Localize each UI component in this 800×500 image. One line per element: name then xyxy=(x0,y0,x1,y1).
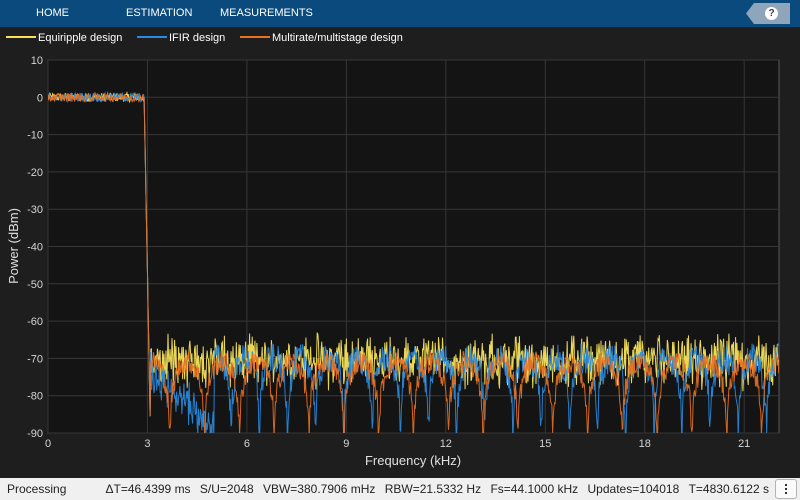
legend-label-ifir: IFIR design xyxy=(169,32,226,44)
x-tick-label: 0 xyxy=(45,438,51,450)
status-rbw: RBW=21.5332 Hz xyxy=(384,482,482,496)
status-delta-t: ΔT=46.4399 ms xyxy=(105,482,191,496)
y-tick-label: 0 xyxy=(37,92,43,104)
y-tick-label: -20 xyxy=(27,167,43,179)
y-tick-label: -40 xyxy=(27,242,43,254)
legend-swatch-multirate xyxy=(240,36,270,38)
x-tick-label: 15 xyxy=(539,438,551,450)
y-axis-label: Power (dBm) xyxy=(6,208,21,284)
more-options-icon[interactable] xyxy=(775,479,797,499)
tab-estimation[interactable]: ESTIMATION xyxy=(126,0,192,27)
y-tick-label: 10 xyxy=(31,55,43,67)
x-tick-label: 12 xyxy=(440,438,452,450)
x-tick-label: 6 xyxy=(244,438,250,450)
y-tick-label: -30 xyxy=(27,204,43,216)
y-tick-label: -80 xyxy=(27,391,43,403)
help-tab[interactable]: ? xyxy=(746,3,790,24)
x-tick-label: 18 xyxy=(639,438,651,450)
status-vbw: VBW=380.7906 mHz xyxy=(262,482,376,496)
x-tick-label: 3 xyxy=(144,438,150,450)
y-tick-label: -10 xyxy=(27,130,43,142)
tab-measurements[interactable]: MEASUREMENTS xyxy=(220,0,313,27)
legend-label-equiripple: Equiripple design xyxy=(38,32,123,44)
x-tick-label: 21 xyxy=(738,438,750,450)
status-fs: Fs=44.1000 kHz xyxy=(490,482,579,496)
tab-home[interactable]: HOME xyxy=(36,0,69,27)
status-time: T=4830.6122 s xyxy=(688,482,769,496)
status-su: S/U=2048 xyxy=(199,482,254,496)
y-tick-label: -60 xyxy=(27,316,43,328)
legend: Equiripple design IFIR design Multirate/… xyxy=(0,27,800,49)
legend-swatch-ifir xyxy=(137,36,167,38)
toolstrip: HOME ESTIMATION MEASUREMENTS ? xyxy=(0,0,800,27)
help-icon[interactable]: ? xyxy=(765,7,778,20)
y-tick-label: -90 xyxy=(27,428,43,440)
status-bar: Processing ΔT=46.4399 ms S/U=2048 VBW=38… xyxy=(0,478,800,500)
x-tick-label: 9 xyxy=(343,438,349,450)
x-axis-label: Frequency (kHz) xyxy=(365,453,461,468)
spectrum-plot[interactable]: 0 3 6 9 12 15 18 21 10 0 -10 -20 -30 -40 -50 -60 -70 -80 -… xyxy=(0,49,800,478)
y-tick-label: -70 xyxy=(27,353,43,365)
legend-item-ifir[interactable]: IFIR design xyxy=(137,32,225,44)
status-state: Processing xyxy=(7,482,67,496)
legend-item-multirate[interactable]: Multirate/multistage design xyxy=(240,32,403,44)
legend-swatch-equiripple xyxy=(6,36,36,38)
y-tick-label: -50 xyxy=(27,279,43,291)
legend-item-equiripple[interactable]: Equiripple design xyxy=(6,32,122,44)
legend-label-multirate: Multirate/multistage design xyxy=(272,32,403,44)
status-measurements: ΔT=46.4399 ms S/U=2048 VBW=380.7906 mHz … xyxy=(100,482,770,496)
status-updates: Updates=104018 xyxy=(587,482,680,496)
